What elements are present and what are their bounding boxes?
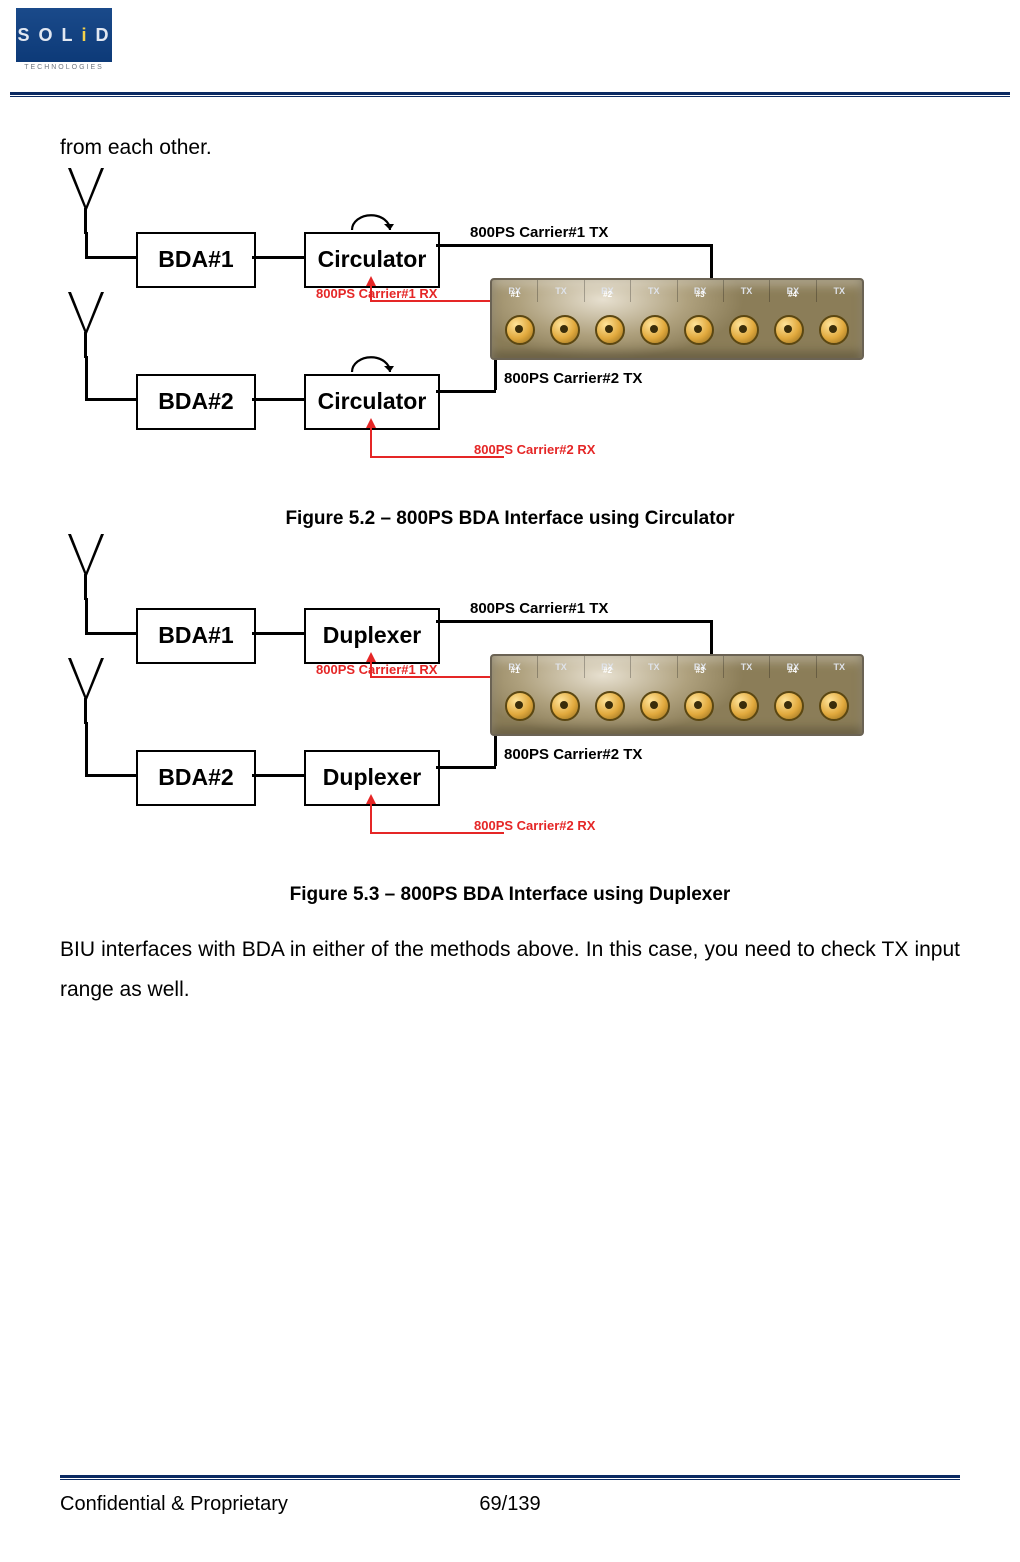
body-paragraph: BIU interfaces with BDA in either of the…	[60, 930, 960, 1010]
lead-text: from each other.	[60, 128, 960, 168]
header-rule	[10, 92, 1010, 97]
logo: S O L i D TECHNOLOGIES	[16, 8, 112, 86]
tx1-label: 800PS Carrier#1 TX	[470, 600, 608, 617]
logo-subtext: TECHNOLOGIES	[16, 64, 112, 71]
connector-icon	[729, 315, 759, 345]
rx1-label: 800PS Carrier#1 RX	[316, 662, 437, 677]
footer-rule	[60, 1475, 960, 1480]
footer-page: 69/139	[60, 1493, 960, 1516]
connector-icon	[684, 691, 714, 721]
rx1-label: 800PS Carrier#1 RX	[316, 286, 437, 301]
connector-icon	[819, 691, 849, 721]
bda1-box: BDA#1	[136, 608, 256, 664]
diagram-duplexer: BDA#1 BDA#2 Duplexer Duplexer 800PS Carr…	[60, 540, 860, 870]
figure-caption-5-3: Figure 5.3 – 800PS BDA Interface using D…	[60, 884, 960, 906]
return-arrow-icon	[346, 352, 396, 376]
up-arrow-icon	[366, 794, 376, 804]
connector-icon	[595, 691, 625, 721]
connector-icon	[505, 315, 535, 345]
connector-icon	[550, 691, 580, 721]
up-arrow-icon	[366, 652, 376, 662]
connector-icon	[774, 691, 804, 721]
connector-icon	[684, 315, 714, 345]
antenna-icon	[68, 292, 104, 356]
antenna-icon	[68, 658, 104, 722]
connector-icon	[640, 691, 670, 721]
return-arrow-icon	[346, 210, 396, 234]
connector-icon	[505, 691, 535, 721]
connector-panel: RXTX RXTX RXTX RXTX #1 #2 #3 #4	[490, 654, 864, 736]
up-arrow-icon	[366, 276, 376, 286]
rx2-label: 800PS Carrier#2 RX	[474, 818, 595, 833]
bda2-box: BDA#2	[136, 750, 256, 806]
bda2-box: BDA#2	[136, 374, 256, 430]
figure-caption-5-2: Figure 5.2 – 800PS BDA Interface using C…	[60, 508, 960, 530]
connector-panel: RXTX RXTX RXTX RXTX #1 #2 #3 #4	[490, 278, 864, 360]
tx2-label: 800PS Carrier#2 TX	[504, 370, 642, 387]
bda1-box: BDA#1	[136, 232, 256, 288]
antenna-icon	[68, 534, 104, 598]
connector-icon	[774, 315, 804, 345]
footer: Confidential & Proprietary 69/139 .	[60, 1493, 960, 1516]
up-arrow-icon	[366, 418, 376, 428]
connector-icon	[595, 315, 625, 345]
connector-icon	[640, 315, 670, 345]
logo-text: S O L i D	[17, 25, 110, 46]
diagram-circulator: BDA#1 BDA#2 Circulator Circulator 800PS …	[60, 174, 860, 494]
antenna-icon	[68, 168, 104, 232]
rx2-label: 800PS Carrier#2 RX	[474, 442, 595, 457]
connector-icon	[729, 691, 759, 721]
tx1-label: 800PS Carrier#1 TX	[470, 224, 608, 241]
connector-icon	[819, 315, 849, 345]
tx2-label: 800PS Carrier#2 TX	[504, 746, 642, 763]
connector-icon	[550, 315, 580, 345]
